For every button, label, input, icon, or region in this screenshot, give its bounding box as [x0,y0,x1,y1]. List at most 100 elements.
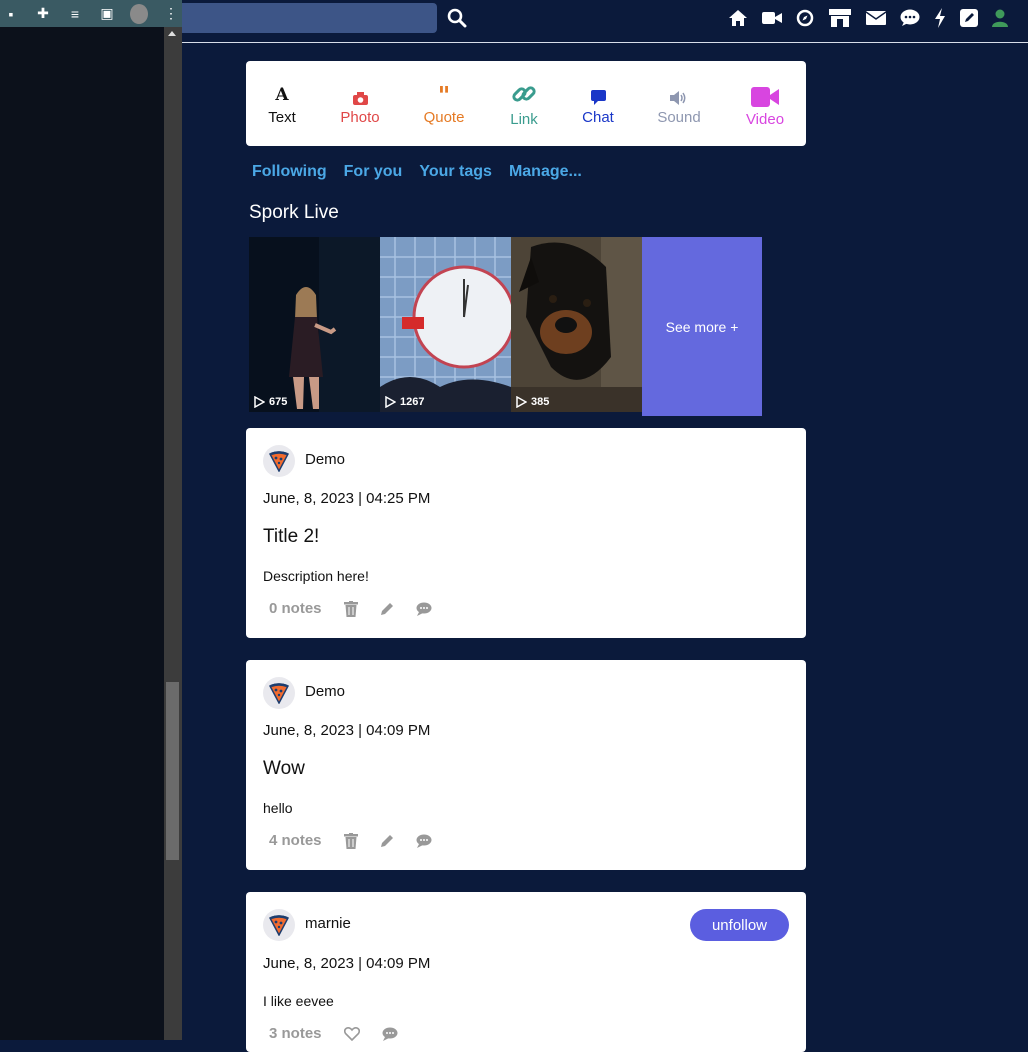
side-panel-icon[interactable]: ▣ [98,5,116,22]
heart-icon[interactable] [343,1026,360,1041]
concert-performer-image [249,237,380,412]
avatar[interactable] [263,909,295,941]
avatar[interactable] [263,445,295,477]
avatar[interactable] [263,677,295,709]
profile-avatar-icon[interactable] [130,3,148,24]
post-footer: 0 notes [269,600,432,617]
chat-icon [590,90,606,105]
notes-count[interactable]: 4 notes [269,832,322,849]
post-footer: 3 notes [269,1025,398,1042]
composer-chat-button[interactable]: Chat [580,81,616,126]
clock-wall-image [380,237,511,412]
extensions-icon[interactable]: ✚ [34,5,52,22]
post-description: hello [263,800,293,816]
composer-chat-label: Chat [582,109,614,126]
live-carousel: 675 1267 385 See more + [249,237,762,416]
edit-pencil-icon[interactable] [380,834,394,848]
post-footer: 4 notes [269,832,432,849]
camera-icon [352,92,368,105]
live-video-tile[interactable]: 675 [249,237,380,412]
live-video-tile[interactable]: 385 [511,237,642,412]
post-author[interactable]: Demo [305,451,345,468]
lock-icon[interactable]: ▪ [2,6,20,22]
browser-side-panel: ▪ ✚ ≡ ▣ ⋮ [0,0,182,1040]
video-camera-icon[interactable] [762,10,782,26]
composer-video-button[interactable]: Video [743,81,787,128]
live-video-tile[interactable]: 1267 [380,237,511,412]
top-navigation [182,0,1028,43]
composer-sound-label: Sound [657,109,701,126]
unfollow-button[interactable]: unfollow [690,909,789,941]
play-count: 1267 [385,396,424,408]
pizza-avatar-icon [268,683,290,704]
comment-icon[interactable] [416,834,432,848]
dog-image [511,237,642,412]
post-card: Demo June, 8, 2023 | 04:09 PM Wow hello … [246,660,806,870]
tab-your-tags[interactable]: Your tags [419,163,492,181]
composer-quote-button[interactable]: " Quote [422,81,466,127]
composer-sound-button[interactable]: Sound [656,81,702,126]
post-author[interactable]: marnie [305,915,351,932]
post-card: Demo June, 8, 2023 | 04:25 PM Title 2! D… [246,428,806,638]
composer-text-button[interactable]: A Text [266,81,298,126]
pizza-avatar-icon [268,451,290,472]
scrollbar-thumb[interactable] [166,682,179,860]
menu-kebab-icon[interactable]: ⋮ [162,5,180,22]
play-count: 385 [516,396,549,408]
live-section-title: Spork Live [249,202,339,223]
tab-for-you[interactable]: For you [344,163,403,181]
post-title: Title 2! [263,526,320,547]
shop-icon[interactable] [828,8,852,28]
quote-icon: " [437,81,451,110]
user-profile-icon[interactable] [992,9,1008,27]
trash-icon[interactable] [343,600,358,617]
mail-icon[interactable] [866,10,886,26]
edit-post-icon[interactable] [960,9,978,27]
chat-bubble-icon[interactable] [900,9,920,27]
tab-following[interactable]: Following [252,163,327,181]
comment-icon[interactable] [382,1027,398,1041]
play-icon [385,396,396,408]
post-composer: A Text Photo " Quote Link Chat Sound Vid… [246,61,806,146]
see-more-button[interactable]: See more + [642,237,762,416]
notes-count[interactable]: 0 notes [269,600,322,617]
nav-icon-group [728,8,1008,28]
scrollbar-track[interactable] [164,27,182,1040]
post-date: June, 8, 2023 | 04:09 PM [263,722,431,739]
trash-icon[interactable] [343,832,358,849]
media-queue-icon[interactable]: ≡ [66,6,84,22]
search-input[interactable] [182,3,437,33]
tab-manage[interactable]: Manage... [509,163,582,181]
post-date: June, 8, 2023 | 04:09 PM [263,955,431,972]
composer-link-button[interactable]: Link [506,79,542,128]
post-title: Wow [263,758,305,779]
composer-text-label: Text [268,109,296,126]
post-author[interactable]: Demo [305,683,345,700]
play-icon [516,396,527,408]
search-icon[interactable] [447,8,467,28]
speaker-icon [670,91,686,105]
comment-icon[interactable] [416,602,432,616]
play-count-value: 675 [269,396,288,408]
play-count-value: 385 [531,396,550,408]
home-icon[interactable] [728,9,748,27]
notes-count[interactable]: 3 notes [269,1025,322,1042]
browser-toolbar: ▪ ✚ ≡ ▣ ⋮ [0,0,182,27]
play-count-value: 1267 [400,396,425,408]
scroll-up-arrow-icon[interactable] [168,31,176,36]
link-icon [512,86,536,102]
post-card: marnie unfollow June, 8, 2023 | 04:09 PM… [246,892,806,1052]
composer-video-label: Video [745,111,785,128]
composer-photo-button[interactable]: Photo [338,81,382,126]
lightning-icon[interactable] [934,8,946,28]
video-icon [751,87,779,107]
feed-tabs: Following For you Your tags Manage... [252,163,582,181]
pizza-avatar-icon [268,915,290,936]
play-count: 675 [254,396,287,408]
compass-icon[interactable] [796,9,814,27]
text-icon: A [275,85,289,105]
post-description: I like eevee [263,993,334,1009]
edit-pencil-icon[interactable] [380,602,394,616]
composer-photo-label: Photo [340,109,380,126]
composer-link-label: Link [510,111,538,128]
